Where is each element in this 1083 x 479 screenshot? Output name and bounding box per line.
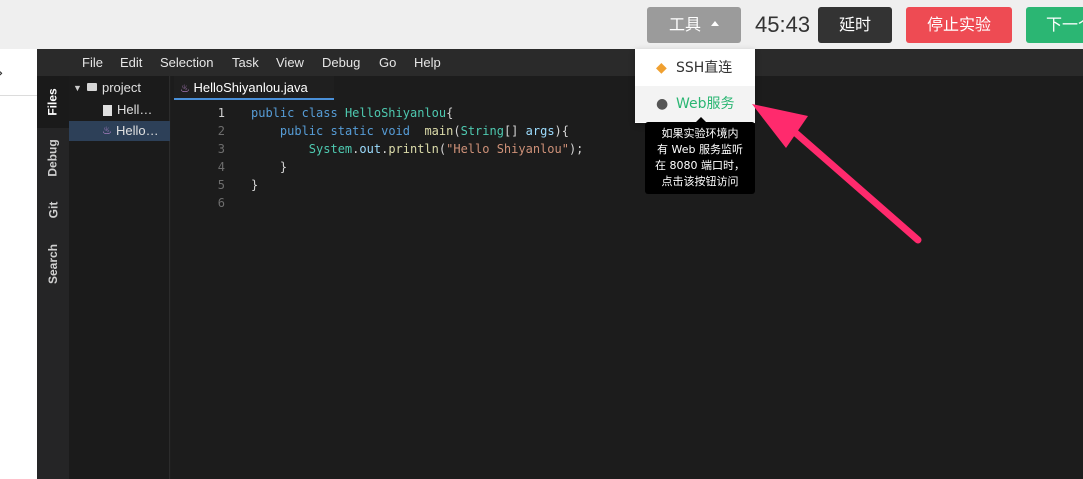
user-icon: ●: [656, 96, 669, 112]
editor-tab-title: HelloShiyanlou.java: [193, 80, 308, 95]
tooltip-line: 如果实验环境内: [661, 127, 739, 140]
tab-debug-label: Debug: [46, 139, 60, 177]
tools-button-label: 工具: [668, 15, 701, 34]
line-number: 6: [217, 196, 225, 210]
tree-folder-project[interactable]: ▼ project: [69, 78, 170, 98]
file-explorer: ▼ project Hell… ♨ Hello…: [69, 76, 170, 479]
file-label-selected: Hello…: [116, 123, 159, 138]
ssh-label: SSH直连: [676, 60, 733, 76]
web-service-menu-item[interactable]: ● Web服务: [635, 86, 755, 122]
tree-file[interactable]: Hell…: [69, 100, 170, 120]
menu-debug[interactable]: Debug: [322, 55, 360, 70]
line-number: 4: [217, 160, 225, 174]
countdown-timer: 45:43: [755, 12, 811, 37]
diamond-icon: ◆: [656, 60, 667, 76]
tab-search-label: Search: [46, 243, 60, 285]
menu-task[interactable]: Task: [232, 55, 259, 70]
editor-tab-bar: ♨ HelloShiyanlou.java: [171, 76, 1083, 100]
tab-git-label: Git: [45, 201, 60, 219]
stop-experiment-button[interactable]: 停止实验: [906, 7, 1012, 43]
activity-bar: Files Debug Git Search: [37, 76, 69, 479]
ssh-menu-item[interactable]: ◆ SSH直连: [635, 50, 755, 86]
menu-edit[interactable]: Edit: [120, 55, 142, 70]
divider: [0, 95, 37, 96]
folder-label: project: [102, 80, 142, 95]
code-line: public static void main(String[] args){: [279, 124, 569, 138]
tools-dropdown: ◆ SSH直连 ● Web服务: [635, 49, 755, 123]
line-number: 5: [217, 178, 225, 192]
caret-down-icon: ▼: [73, 83, 82, 93]
code-line: System.out.println("Hello Shiyanlou");: [308, 142, 584, 156]
tooltip-line: 点击该按钮访问: [661, 175, 739, 188]
caret-up-icon: [711, 21, 719, 26]
tab-files[interactable]: Files: [37, 76, 69, 128]
chevron-right-icon[interactable]: ›: [0, 63, 3, 82]
top-bar: 工具 45:43 延时 停止实验 下一个: [0, 0, 1083, 49]
menu-bar: File Edit Selection Task View Debug Go H…: [37, 49, 1083, 76]
tab-files-label: Files: [45, 88, 60, 116]
tab-search[interactable]: Search: [37, 238, 69, 290]
tooltip-line: 在 8080 端口时，: [655, 159, 745, 172]
left-panel: [0, 49, 37, 479]
code-line: public class HelloShiyanlou{: [251, 106, 454, 120]
code-line: }: [251, 178, 259, 192]
code-line: }: [251, 160, 288, 174]
menu-help[interactable]: Help: [414, 55, 441, 70]
tree-file-selected[interactable]: ♨ Hello…: [69, 121, 170, 141]
line-number: 1: [217, 106, 225, 120]
web-service-tooltip: 如果实验环境内 有 Web 服务监听 在 8080 端口时， 点击该按钮访问: [645, 122, 755, 194]
file-icon: [103, 105, 112, 116]
ide-window: File Edit Selection Task View Debug Go H…: [37, 49, 1083, 479]
editor-tab[interactable]: ♨ HelloShiyanlou.java: [174, 76, 334, 100]
line-number: 2: [217, 124, 225, 138]
java-icon: ♨: [180, 83, 190, 95]
next-button[interactable]: 下一个: [1026, 7, 1083, 43]
line-number: 3: [217, 142, 225, 156]
menu-selection[interactable]: Selection: [160, 55, 213, 70]
tab-debug[interactable]: Debug: [37, 132, 69, 184]
file-label: Hell…: [117, 102, 153, 117]
editor-area[interactable]: ♨ HelloShiyanlou.java 1 2 3 4 5 6 public…: [171, 76, 1083, 479]
extend-button[interactable]: 延时: [818, 7, 892, 43]
menu-view[interactable]: View: [276, 55, 304, 70]
tools-button[interactable]: 工具: [647, 7, 741, 43]
folder-icon: [87, 83, 97, 91]
menu-file[interactable]: File: [82, 55, 103, 70]
tooltip-line: 有 Web 服务监听: [657, 143, 743, 156]
java-icon: ♨: [102, 125, 112, 137]
tab-git[interactable]: Git: [37, 188, 69, 232]
menu-go[interactable]: Go: [379, 55, 396, 70]
